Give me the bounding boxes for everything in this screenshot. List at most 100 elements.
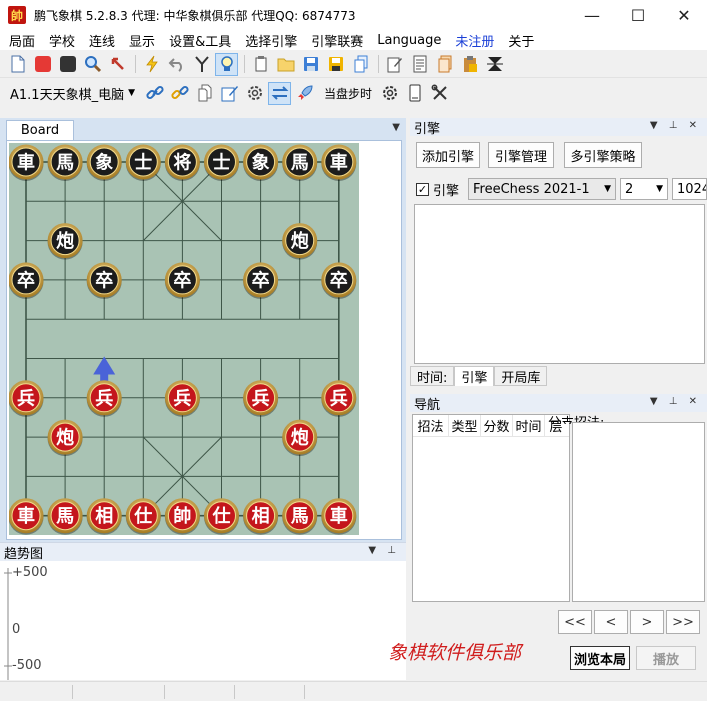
black-piece: 馬: [47, 144, 83, 181]
clipboard-icon[interactable]: [458, 53, 481, 76]
tab-time[interactable]: 时间:: [410, 366, 455, 386]
first-move-button[interactable]: <<: [558, 610, 592, 634]
book-icon[interactable]: [403, 82, 426, 105]
duplicate-icon[interactable]: [349, 53, 372, 76]
engine-manage-button[interactable]: 引擎管理: [488, 142, 554, 168]
copy-icon[interactable]: [249, 53, 272, 76]
engine-select[interactable]: FreeChess 2021-1 ▼: [468, 178, 616, 200]
engine-enable-checkbox[interactable]: ✓: [416, 182, 429, 196]
hash-input[interactable]: 1024: [672, 178, 707, 200]
maximize-button[interactable]: ☐: [615, 0, 661, 30]
flip-icon[interactable]: [483, 53, 506, 76]
step-time-label[interactable]: 当盘步时: [324, 85, 372, 102]
tab-opening-book[interactable]: 开局库: [494, 366, 548, 386]
piece-label: 馬: [56, 153, 74, 174]
link-icon[interactable]: [143, 82, 166, 105]
new-file-icon[interactable]: [6, 53, 29, 76]
piece-label: 車: [17, 152, 35, 174]
chain-link-icon[interactable]: [168, 82, 191, 105]
menu-position[interactable]: 局面: [2, 31, 42, 50]
nav-header: 导航 ▼ ⊥ ✕: [410, 394, 707, 413]
pane-pin-icon[interactable]: ▼ ⊥: [368, 545, 400, 556]
tab-engine[interactable]: 引擎: [454, 366, 495, 386]
pane-pin-icon[interactable]: ▼ ⊥ ✕: [650, 396, 701, 407]
threads-select[interactable]: 2 ▼: [620, 178, 668, 200]
search-icon[interactable]: [81, 53, 104, 76]
documents-icon[interactable]: [433, 53, 456, 76]
lightning-icon[interactable]: [140, 53, 163, 76]
play-button[interactable]: 播放: [636, 646, 696, 670]
trend-panel: 趋势图 ▼ ⊥ +500 0 -500: [0, 542, 406, 680]
column-time[interactable]: 时间: [513, 415, 545, 436]
menu-connect[interactable]: 连线: [82, 31, 122, 50]
undo-icon[interactable]: [165, 53, 188, 76]
chevron-down-icon[interactable]: ▼: [392, 122, 400, 133]
menu-display[interactable]: 显示: [122, 31, 162, 50]
piece-label: 士: [213, 153, 231, 174]
piece-label: 卒: [252, 269, 270, 291]
edit-board-icon[interactable]: [218, 82, 241, 105]
branch-icon[interactable]: [190, 53, 213, 76]
options-gear-icon[interactable]: [378, 82, 401, 105]
prev-move-button[interactable]: <: [594, 610, 628, 634]
trend-header: 趋势图 ▼ ⊥: [0, 543, 406, 562]
piece-label: 炮: [56, 427, 74, 449]
column-move[interactable]: 招法: [413, 415, 449, 436]
last-move-button[interactable]: >>: [666, 610, 700, 634]
open-folder-icon[interactable]: [274, 53, 297, 76]
menu-unregistered[interactable]: 未注册: [448, 31, 501, 50]
browse-game-button[interactable]: 浏览本局: [570, 646, 630, 670]
moves-table[interactable]: 招法 类型 分数 时间 层: [412, 414, 570, 602]
piece-label: 兵: [252, 388, 270, 409]
board-tab[interactable]: Board: [6, 120, 74, 140]
close-button[interactable]: ✕: [661, 0, 707, 30]
rocket-icon[interactable]: [293, 82, 316, 105]
multi-engine-strategy-button[interactable]: 多引擎策略: [564, 142, 642, 168]
piece-label: 炮: [56, 230, 74, 252]
chess-board[interactable]: 車馬象士将士象馬車炮 炮卒卒卒卒卒兵兵兵兵兵炮 炮車馬相仕帥仕相馬車: [9, 143, 359, 535]
preset-dropdown[interactable]: A1.1天天象棋_电脑 ▼: [6, 84, 139, 103]
piece-label: 象: [252, 152, 270, 174]
save-as-icon[interactable]: [324, 53, 347, 76]
red-piece: 兵: [321, 380, 357, 417]
page-copy-icon[interactable]: [193, 82, 216, 105]
settings-gear-icon[interactable]: [243, 82, 266, 105]
notes-icon[interactable]: [408, 53, 431, 76]
engine-header: 引擎 ▼ ⊥ ✕: [410, 118, 707, 137]
status-bar: [0, 681, 707, 701]
minimize-button[interactable]: —: [569, 0, 615, 30]
edit-icon[interactable]: [383, 53, 406, 76]
add-engine-button[interactable]: 添加引擎: [416, 142, 480, 168]
club-watermark: 象棋软件俱乐部: [388, 642, 522, 664]
column-score[interactable]: 分数: [481, 415, 513, 436]
menu-language[interactable]: Language: [370, 33, 448, 48]
red-square-icon[interactable]: [31, 53, 54, 76]
arrow-icon[interactable]: [106, 53, 129, 76]
menu-select-engine[interactable]: 选择引擎: [238, 31, 304, 50]
engine-row: ✓ 引擎: [416, 178, 459, 200]
next-move-button[interactable]: >: [630, 610, 664, 634]
black-square-icon[interactable]: [56, 53, 79, 76]
trend-title: 趋势图: [4, 546, 44, 562]
engine-output[interactable]: [414, 204, 705, 364]
pane-pin-icon[interactable]: ▼ ⊥ ✕: [650, 120, 701, 131]
hash-value: 1024: [677, 181, 707, 197]
menu-school[interactable]: 学校: [42, 31, 82, 50]
toolbar-separator: [244, 55, 245, 73]
column-type[interactable]: 类型: [449, 415, 481, 436]
menu-settings-tools[interactable]: 设置&工具: [162, 31, 238, 50]
chevron-down-icon: ▼: [128, 88, 135, 98]
piece-label: 兵: [330, 388, 348, 409]
red-piece: 兵: [86, 380, 122, 417]
tools-icon[interactable]: [428, 82, 451, 105]
menu-about[interactable]: 关于: [501, 31, 541, 50]
secondary-toolbar: A1.1天天象棋_电脑 ▼ 当盘步时: [0, 79, 707, 107]
menu-engine-league[interactable]: 引擎联赛: [304, 31, 370, 50]
swap-icon[interactable]: [268, 81, 291, 105]
engine-tabs: 时间: 引擎 开局库: [410, 366, 548, 386]
bulb-icon[interactable]: [215, 52, 238, 76]
save-icon[interactable]: [299, 53, 322, 76]
piece-label: 相: [252, 506, 270, 527]
red-piece: 車: [9, 498, 44, 535]
branch-moves-list[interactable]: [572, 422, 705, 602]
